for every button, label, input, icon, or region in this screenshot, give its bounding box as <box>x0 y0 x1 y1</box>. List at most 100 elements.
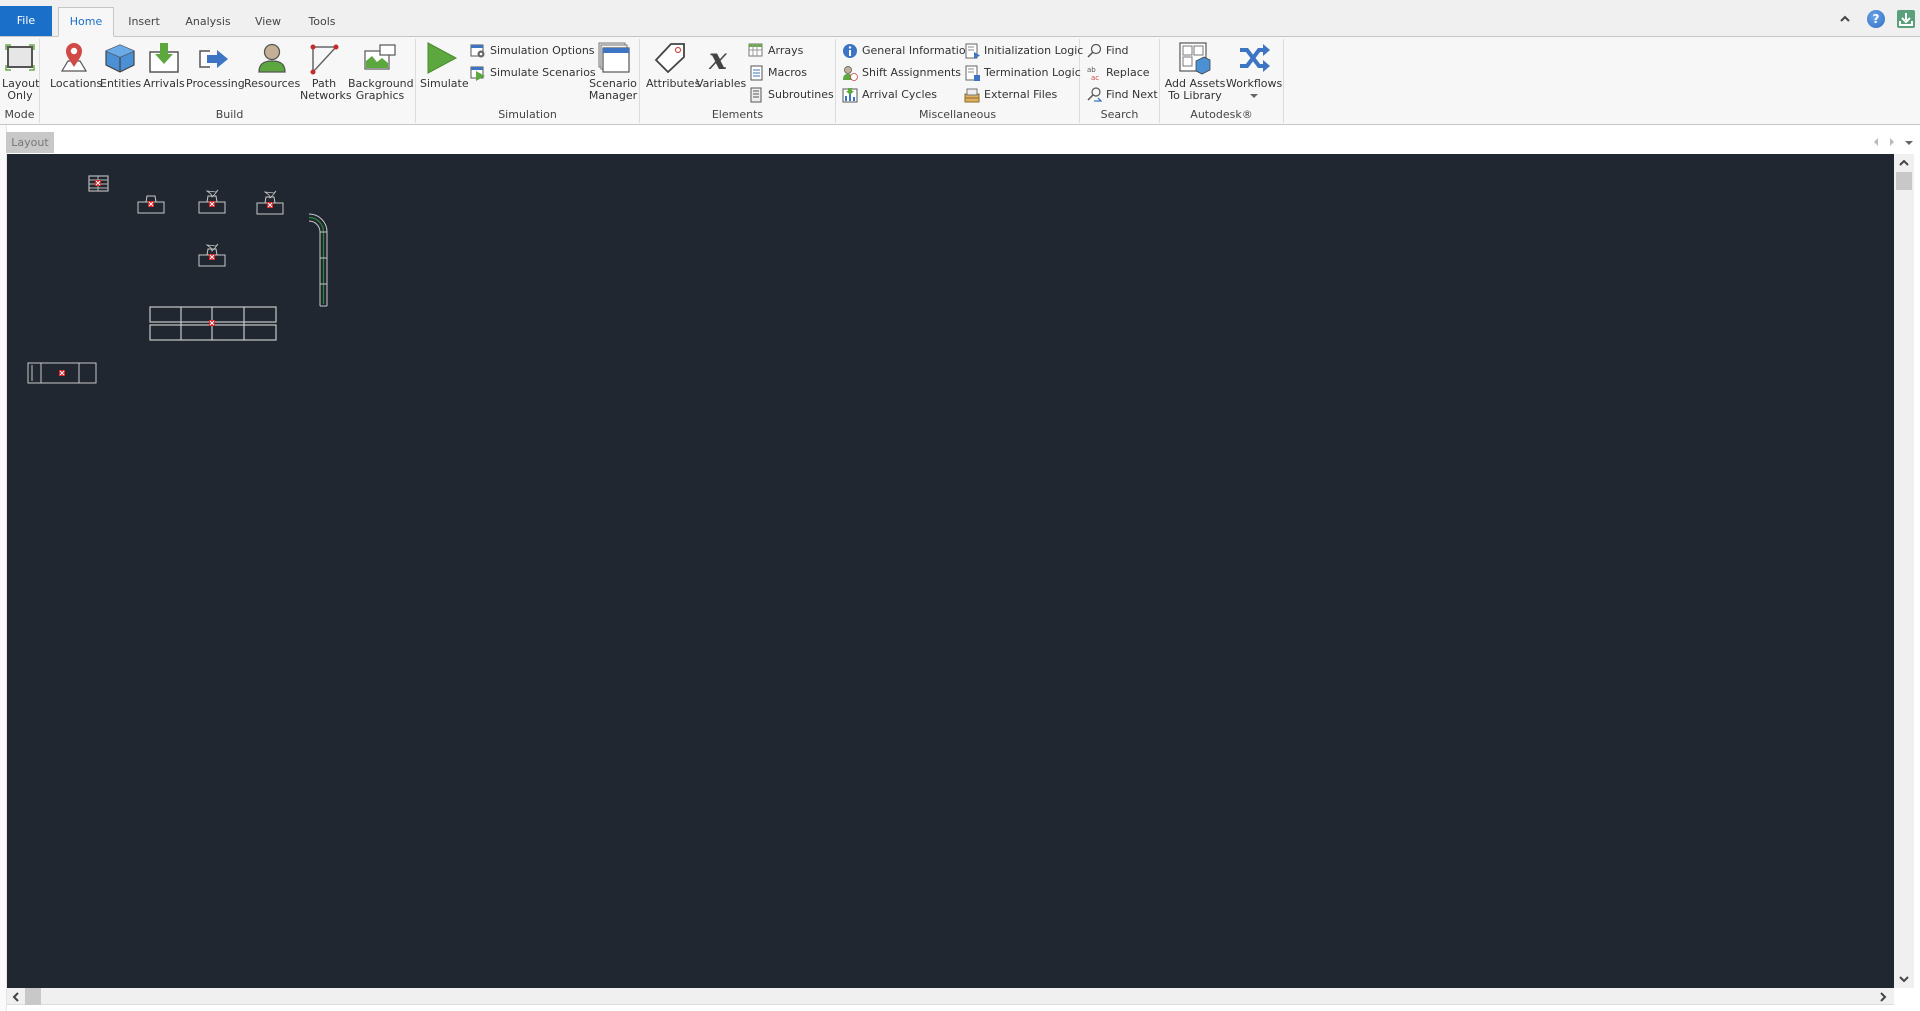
simulation-options-label: Simulation Options <box>490 44 595 57</box>
find-next-button[interactable]: Find Next <box>1086 86 1158 106</box>
path-networks-button[interactable]: Path Networks <box>300 41 352 102</box>
macro-document-icon <box>750 65 763 81</box>
general-information-label: General Information <box>862 44 973 57</box>
arrival-cycles-button[interactable]: Arrival Cycles <box>842 86 937 106</box>
termination-logic-button[interactable]: Termination Logic <box>964 64 1081 84</box>
group-label-autodesk: Autodesk® <box>1190 108 1253 121</box>
macros-button[interactable]: Macros <box>748 64 807 84</box>
replace-button[interactable]: ab ac Replace <box>1086 64 1150 84</box>
group-autodesk: Add Assets To Library Workflows Autodesk… <box>1160 39 1284 123</box>
layout-conveyor[interactable] <box>308 213 328 307</box>
horizontal-scrollbar[interactable] <box>7 988 1894 1005</box>
external-files-label: External Files <box>984 88 1058 101</box>
entities-button[interactable]: Entities <box>100 41 142 90</box>
find-button[interactable]: Find <box>1086 42 1129 62</box>
initialization-logic-icon <box>965 43 980 59</box>
scroll-down-icon[interactable] <box>1894 972 1914 986</box>
workflows-label: Workflows <box>1226 77 1283 90</box>
simulate-scenarios-icon <box>470 66 485 81</box>
external-files-button[interactable]: External Files <box>964 86 1057 106</box>
workflows-button[interactable]: Workflows <box>1226 41 1282 102</box>
simulation-options-icon <box>470 44 485 58</box>
vertical-scroll-thumb[interactable] <box>1896 172 1912 190</box>
document-tab-layout[interactable]: Layout <box>6 132 54 153</box>
scroll-up-icon[interactable] <box>1894 156 1914 170</box>
tab-tools[interactable]: Tools <box>302 8 342 37</box>
processing-button[interactable]: Processing <box>186 41 245 90</box>
layout-only-button[interactable]: Layout Only <box>2 41 39 102</box>
tab-insert[interactable]: Insert <box>122 8 166 37</box>
subroutines-button[interactable]: Subroutines <box>748 86 834 106</box>
locations-label: Locations <box>50 77 103 90</box>
layout-station-1[interactable] <box>138 196 164 213</box>
entities-label: Entities <box>100 77 142 90</box>
initialization-logic-button[interactable]: Initialization Logic <box>964 42 1083 62</box>
layout-buffer-marker <box>208 319 216 327</box>
layout-storage-rack[interactable] <box>88 175 109 192</box>
layout-only-label-2: Only <box>7 89 33 102</box>
scenario-manager-icon <box>598 42 630 73</box>
tab-view[interactable]: View <box>250 8 286 37</box>
layout-station-4[interactable] <box>199 243 225 266</box>
resources-label: Resources <box>244 77 301 90</box>
scroll-left-icon[interactable] <box>9 988 23 1005</box>
simulate-label: Simulate <box>420 77 469 90</box>
background-graphics-label-2: Graphics <box>355 89 405 102</box>
arrays-button[interactable]: Arrays <box>748 42 803 62</box>
layout-station-3[interactable] <box>257 190 283 214</box>
macros-label: Macros <box>768 66 808 79</box>
add-assets-to-library-button[interactable]: Add Assets To Library <box>1164 41 1226 102</box>
termination-logic-icon <box>965 65 980 81</box>
play-icon <box>427 42 458 74</box>
group-label-search: Search <box>1100 108 1139 121</box>
layout-vehicle-marker <box>58 369 66 377</box>
shuffle-icon <box>1240 44 1270 72</box>
layout-only-icon <box>5 44 35 71</box>
scroll-right-icon[interactable] <box>1876 988 1890 1005</box>
variable-x-icon: x <box>708 42 728 75</box>
attributes-label: Attributes <box>646 77 701 90</box>
layout-station-2[interactable] <box>199 189 225 213</box>
tab-analysis[interactable]: Analysis <box>180 8 236 37</box>
tab-home[interactable]: Home <box>58 7 114 37</box>
layout-canvas[interactable] <box>7 154 1894 988</box>
add-assets-label-2: To Library <box>1168 89 1222 102</box>
resources-button[interactable]: Resources <box>244 41 300 90</box>
background-graphics-button[interactable]: Background Graphics <box>348 41 414 102</box>
vertical-scrollbar[interactable] <box>1894 154 1914 988</box>
variables-button[interactable]: x Variables <box>696 41 746 90</box>
download-update-button[interactable] <box>1897 10 1915 28</box>
ribbon: Layout Only Mode Locations Entities Arri… <box>0 37 1920 125</box>
help-icon: ? <box>1872 12 1880 26</box>
simulate-scenarios-button[interactable]: Simulate Scenarios <box>470 64 596 84</box>
chevron-up-icon <box>1840 15 1850 22</box>
magnifier-icon <box>1087 43 1102 58</box>
doc-nav-dropdown-icon <box>1905 141 1913 145</box>
group-simulation: Simulate Simulation Options Simulate Sce… <box>416 39 640 123</box>
find-next-icon <box>1087 87 1102 102</box>
tab-file[interactable]: File <box>0 6 52 36</box>
subroutine-scroll-icon <box>750 87 762 103</box>
shift-assignments-button[interactable]: Shift Assignments <box>842 64 961 84</box>
group-build: Locations Entities Arrivals Processing R… <box>44 39 416 123</box>
background-graphics-icon <box>364 44 396 70</box>
general-information-button[interactable]: General Information <box>842 42 973 62</box>
person-icon <box>258 43 286 73</box>
horizontal-scroll-thumb[interactable] <box>25 988 41 1005</box>
collapse-ribbon-button[interactable] <box>1836 10 1854 28</box>
scenario-manager-button[interactable]: Scenario Manager <box>588 41 638 102</box>
simulation-options-button[interactable]: Simulation Options <box>470 42 595 62</box>
arrivals-label: Arrivals <box>143 77 185 90</box>
attributes-button[interactable]: Attributes <box>646 41 701 90</box>
simulate-button[interactable]: Simulate <box>420 41 469 90</box>
dropdown-arrow-icon <box>1250 94 1258 98</box>
arrival-cycles-label: Arrival Cycles <box>862 88 938 101</box>
cube-icon <box>105 44 135 73</box>
locations-button[interactable]: Locations <box>50 41 103 90</box>
svg-text:ac: ac <box>1091 74 1099 81</box>
help-button[interactable]: ? <box>1867 10 1885 28</box>
simulate-scenarios-label: Simulate Scenarios <box>490 66 596 79</box>
processing-label: Processing <box>186 77 245 90</box>
arrivals-button[interactable]: Arrivals <box>142 41 186 90</box>
find-label: Find <box>1106 44 1129 57</box>
